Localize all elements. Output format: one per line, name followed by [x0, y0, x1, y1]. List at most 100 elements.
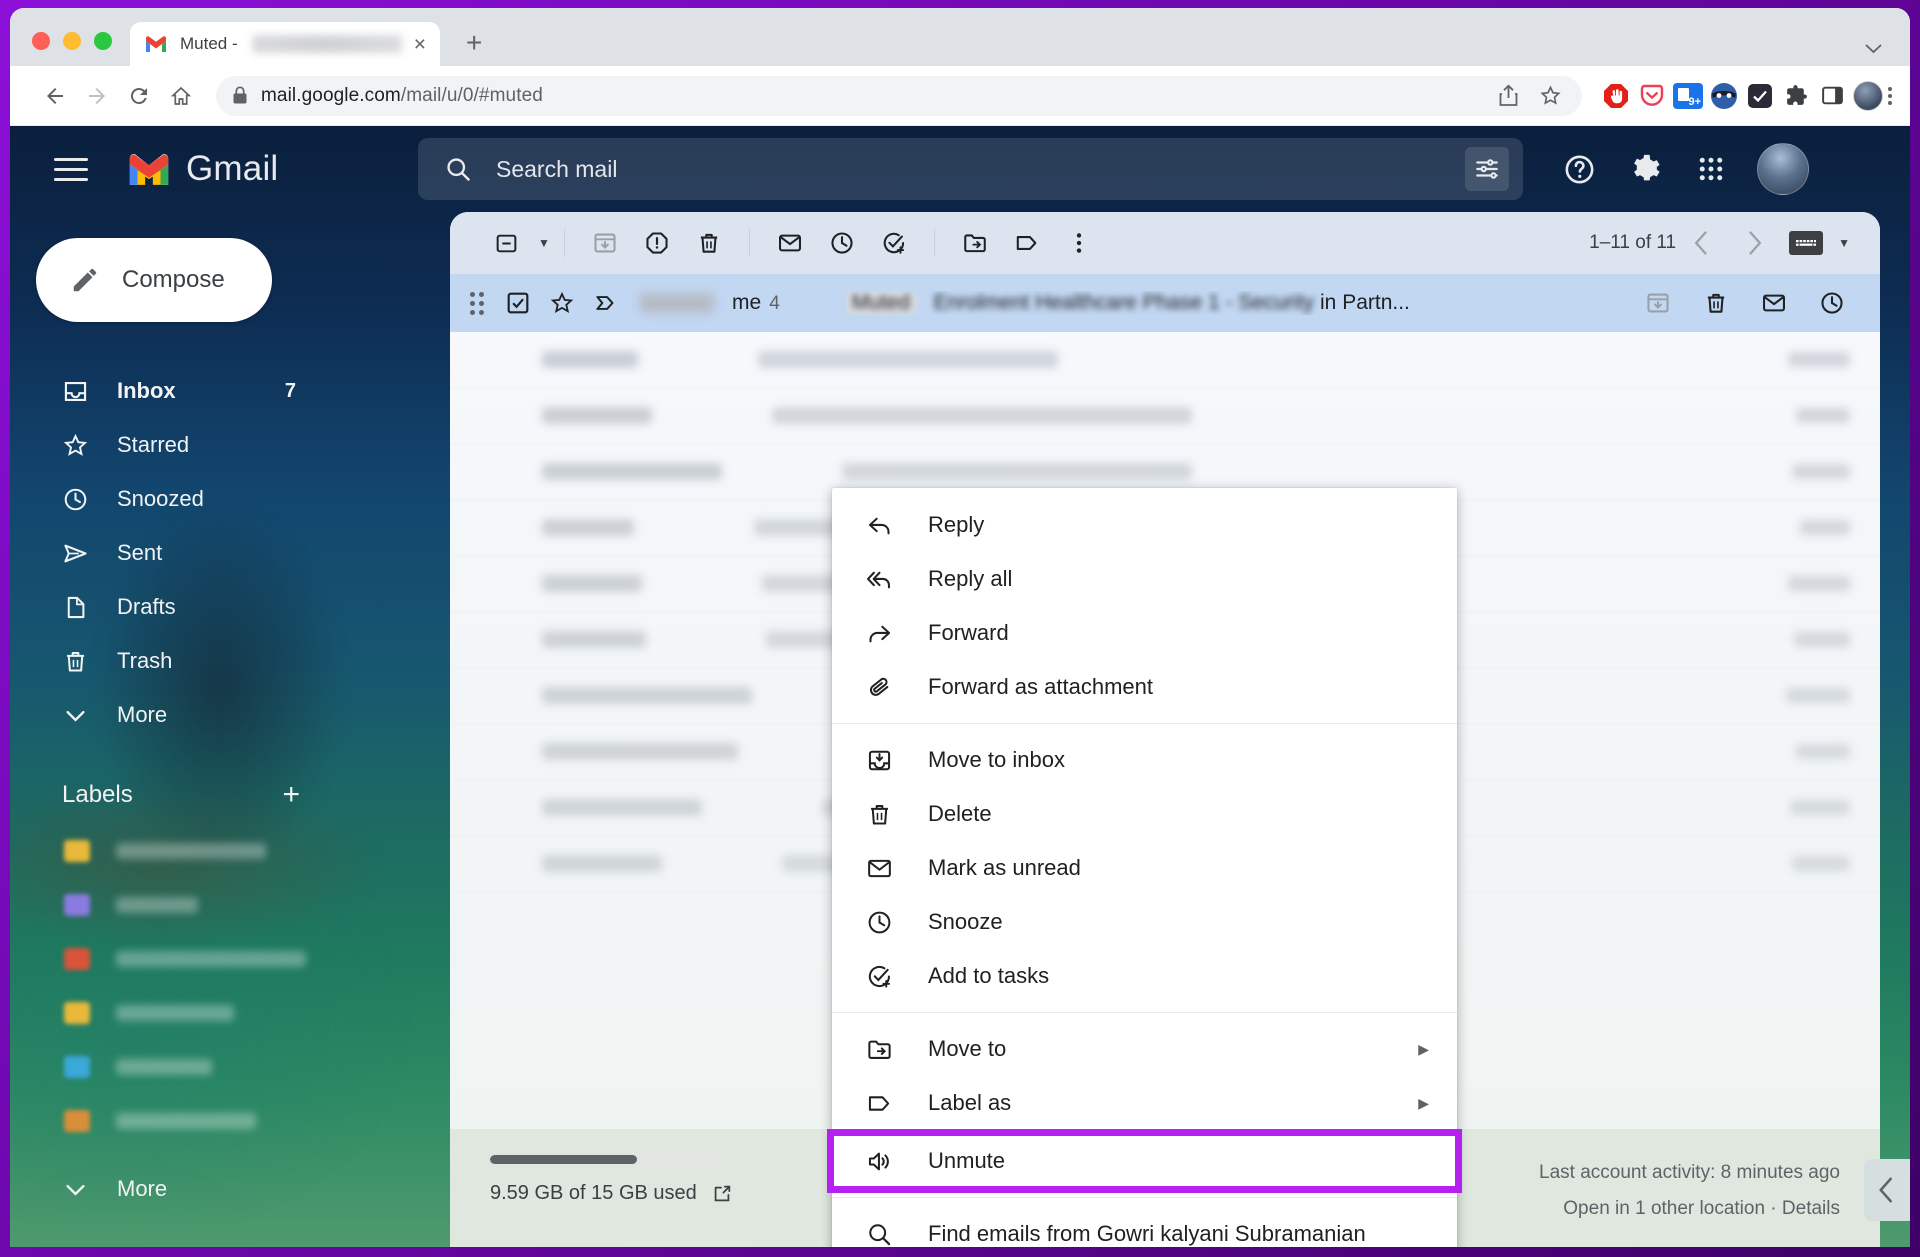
- google-apps-grid-icon[interactable]: [1691, 149, 1731, 189]
- browser-menu-icon[interactable]: [1888, 86, 1892, 105]
- menu-item-reply-all[interactable]: Reply all: [832, 552, 1457, 606]
- help-icon[interactable]: [1559, 149, 1599, 189]
- menu-item-snooze[interactable]: Snooze: [832, 895, 1457, 949]
- delete-icon[interactable]: [1694, 281, 1738, 325]
- label-item[interactable]: [36, 878, 450, 932]
- sidepanel-icon[interactable]: [1816, 80, 1848, 112]
- menu-item-reply[interactable]: Reply: [832, 498, 1457, 552]
- report-spam-icon[interactable]: [631, 217, 683, 269]
- storage-section: 9.59 GB of 15 GB used: [490, 1155, 733, 1205]
- archive-icon[interactable]: [579, 217, 631, 269]
- label-item[interactable]: [36, 1094, 450, 1148]
- share-icon[interactable]: [1492, 80, 1524, 112]
- add-label-button[interactable]: +: [282, 778, 300, 812]
- address-bar[interactable]: mail.google.com/mail/u/0/#muted: [216, 75, 1582, 116]
- browser-tab-strip: Muted - × +: [10, 8, 1910, 66]
- menu-item-delete[interactable]: Delete: [832, 787, 1457, 841]
- bookmark-star-icon[interactable]: [1534, 80, 1566, 112]
- account-activity: Last account activity: 8 minutes ago Ope…: [1539, 1155, 1840, 1227]
- label-item[interactable]: [36, 1040, 450, 1094]
- url-text: mail.google.com/mail/u/0/#muted: [261, 85, 543, 107]
- mark-unread-icon[interactable]: [1752, 281, 1796, 325]
- menu-item-forward-as-attachment[interactable]: Forward as attachment: [832, 660, 1457, 714]
- sidebar-item-sent[interactable]: Sent: [36, 526, 300, 580]
- more-options-icon[interactable]: [1053, 217, 1105, 269]
- notes-extension-icon[interactable]: 9+: [1672, 80, 1704, 112]
- label-item[interactable]: [36, 986, 450, 1040]
- expand-panel-chevron-icon[interactable]: [1864, 1159, 1910, 1221]
- sidebar-item-starred[interactable]: Starred: [36, 418, 300, 472]
- menu-item-move-to[interactable]: Move to ▶: [832, 1022, 1457, 1076]
- compose-button[interactable]: Compose: [36, 238, 272, 322]
- window-traffic-lights[interactable]: [10, 32, 130, 66]
- search-input[interactable]: Search mail: [418, 138, 1523, 200]
- main-menu-icon[interactable]: [54, 146, 100, 192]
- reload-button[interactable]: [120, 77, 158, 115]
- menu-item-unmute[interactable]: Unmute: [827, 1129, 1462, 1193]
- drag-handle-icon[interactable]: [470, 291, 484, 315]
- menu-item-forward[interactable]: Forward: [832, 606, 1457, 660]
- minimize-window-button[interactable]: [63, 32, 81, 50]
- menu-item-move-to-inbox[interactable]: Move to inbox: [832, 733, 1457, 787]
- archive-icon[interactable]: [1636, 281, 1680, 325]
- tab-list-chevron-icon[interactable]: [1865, 44, 1882, 54]
- home-button[interactable]: [162, 77, 200, 115]
- menu-item-label-as[interactable]: Label as ▶: [832, 1076, 1457, 1130]
- pocket-icon[interactable]: [1636, 80, 1668, 112]
- snooze-icon[interactable]: [1810, 281, 1854, 325]
- close-window-button[interactable]: [32, 32, 50, 50]
- search-icon: [864, 1219, 894, 1247]
- star-icon[interactable]: [540, 281, 584, 325]
- email-row-selected[interactable]: me 4 Muted Enrolment Healthcare Phase 1 -…: [450, 274, 1880, 332]
- label-color-swatch: [64, 840, 90, 862]
- browser-tab[interactable]: Muted - ×: [130, 22, 440, 66]
- select-checkbox-icon[interactable]: [480, 217, 532, 269]
- label-as-icon[interactable]: [1001, 217, 1053, 269]
- delete-icon[interactable]: [683, 217, 735, 269]
- sidebar-item-more[interactable]: More: [36, 688, 300, 742]
- sidebar-item-more-bottom[interactable]: More: [36, 1162, 300, 1216]
- sidebar-item-inbox[interactable]: Inbox 7: [36, 364, 300, 418]
- sidebar-item-snoozed[interactable]: Snoozed: [36, 472, 300, 526]
- next-page-button[interactable]: [1728, 217, 1780, 269]
- keyboard-icon[interactable]: [1780, 217, 1832, 269]
- lock-icon: [232, 86, 248, 105]
- checkmark-extension-icon[interactable]: [1744, 80, 1776, 112]
- previous-page-button[interactable]: [1676, 217, 1728, 269]
- notification-count-badge: 9+: [1673, 82, 1703, 109]
- profile-avatar[interactable]: [1852, 80, 1884, 112]
- forward-button[interactable]: [78, 77, 116, 115]
- adblock-icon[interactable]: [1600, 80, 1632, 112]
- snooze-icon[interactable]: [816, 217, 868, 269]
- settings-gear-icon[interactable]: [1625, 149, 1665, 189]
- email-row-blurred[interactable]: [450, 332, 1880, 388]
- row-checkbox[interactable]: [496, 281, 540, 325]
- label-item[interactable]: [36, 932, 450, 986]
- open-new-window-icon[interactable]: [711, 1183, 733, 1205]
- label-item[interactable]: [36, 824, 450, 878]
- account-avatar[interactable]: [1757, 143, 1809, 195]
- select-dropdown-icon[interactable]: ▼: [538, 236, 550, 250]
- sidebar-item-drafts[interactable]: Drafts: [36, 580, 300, 634]
- sidebar-item-trash[interactable]: Trash: [36, 634, 300, 688]
- gmail-logo[interactable]: Gmail: [126, 149, 366, 189]
- email-row-blurred[interactable]: [450, 388, 1880, 444]
- open-location-text[interactable]: Open in 1 other location · Details: [1539, 1191, 1840, 1227]
- puzzle-extensions-icon[interactable]: [1780, 80, 1812, 112]
- ninja-extension-icon[interactable]: [1708, 80, 1740, 112]
- keyboard-dropdown-icon[interactable]: ▼: [1838, 236, 1850, 250]
- maximize-window-button[interactable]: [94, 32, 112, 50]
- label-name-redacted: [116, 843, 266, 859]
- add-to-tasks-icon[interactable]: [868, 217, 920, 269]
- menu-item-find-emails-from-sender[interactable]: Find emails from Gowri kalyani Subramani…: [832, 1207, 1457, 1247]
- menu-label: Forward as attachment: [928, 674, 1153, 699]
- close-tab-button[interactable]: ×: [414, 34, 426, 55]
- move-to-icon[interactable]: [949, 217, 1001, 269]
- important-marker-icon[interactable]: [584, 281, 628, 325]
- menu-item-add-to-tasks[interactable]: Add to tasks: [832, 949, 1457, 1003]
- search-options-icon[interactable]: [1465, 147, 1509, 191]
- mark-unread-icon[interactable]: [764, 217, 816, 269]
- back-button[interactable]: [36, 77, 74, 115]
- new-tab-button[interactable]: +: [466, 29, 482, 57]
- menu-item-mark-as-unread[interactable]: Mark as unread: [832, 841, 1457, 895]
